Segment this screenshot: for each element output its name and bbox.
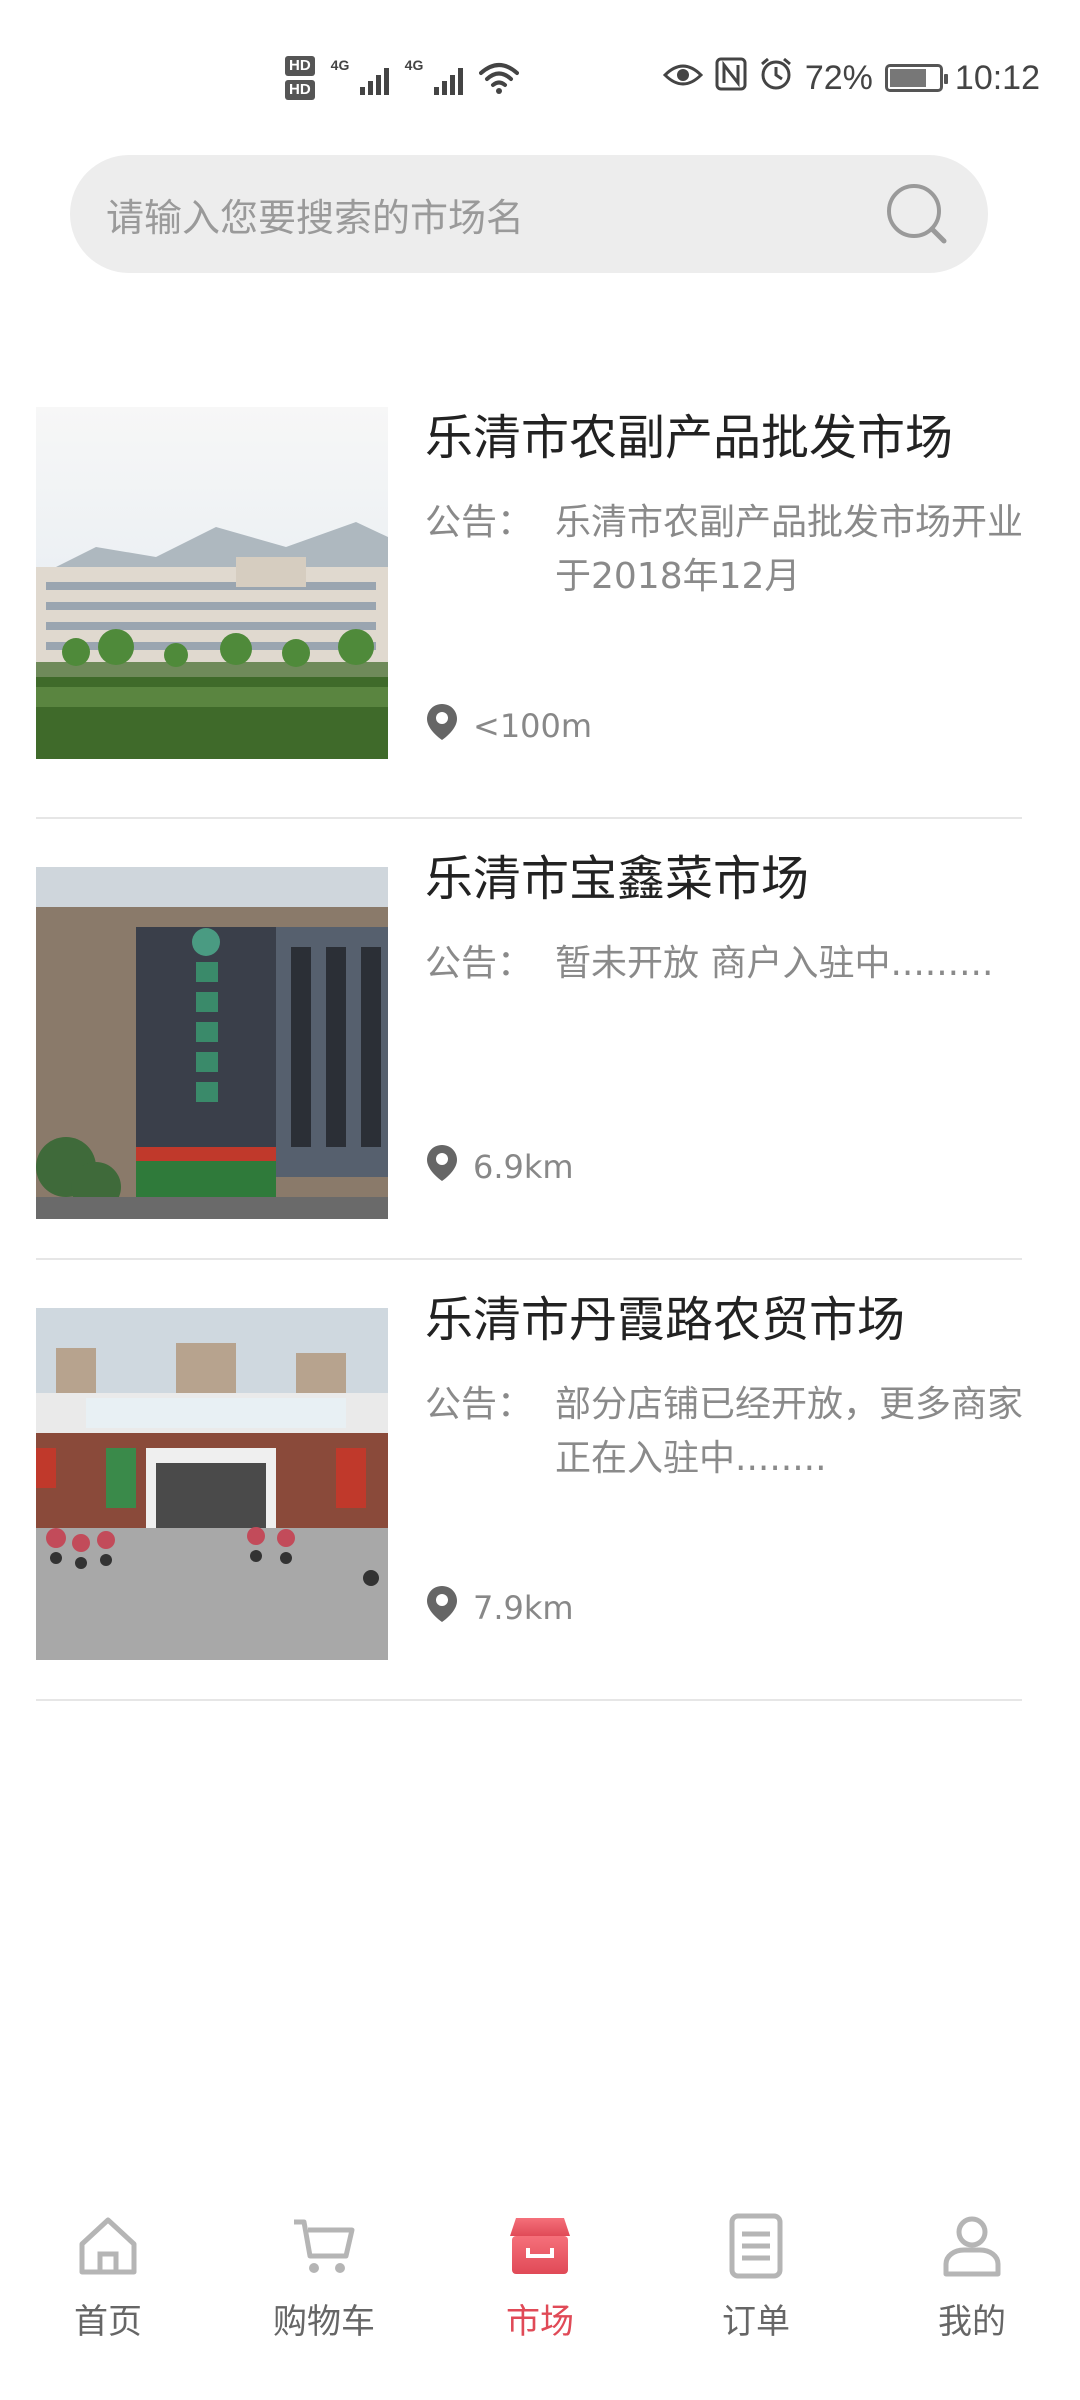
status-left: HD HD 4G 4G (285, 48, 519, 108)
nfc-icon (715, 57, 747, 100)
location-pin-icon (425, 1143, 459, 1191)
tab-label: 订单 (722, 2302, 790, 2342)
market-distance: <100m (425, 702, 592, 750)
clock: 10:12 (954, 58, 1040, 97)
alarm-icon (759, 57, 793, 100)
network-type-sim2: 4G (404, 57, 424, 73)
search-icon[interactable] (882, 179, 952, 249)
notice-label: 公告： (425, 502, 534, 543)
market-image (36, 407, 388, 759)
signal-icon-sim1: 4G (331, 57, 389, 99)
market-name[interactable]: 乐清市宝鑫菜市场 (425, 839, 809, 909)
market-item[interactable]: 乐清市农副产品批发市场 公告： 乐清市农副产品批发市场开业于2018年12月 <… (0, 378, 1080, 819)
distance-value: 6.9km (473, 1148, 574, 1186)
tab-profile[interactable]: 我的 (864, 2200, 1080, 2400)
location-pin-icon (425, 1584, 459, 1632)
market-item[interactable]: 乐清市丹霞路农贸市场 公告： 部分店铺已经开放，更多商家正在入驻中.......… (0, 1260, 1080, 1701)
order-icon (722, 2212, 790, 2280)
status-right: 72% 10:12 (662, 48, 1040, 108)
network-type-sim1: 4G (330, 57, 350, 73)
market-notice: 公告： 暂未开放 商户入驻中......... (425, 937, 1055, 991)
distance-value: 7.9km (473, 1589, 574, 1627)
notice-text: 部分店铺已经开放，更多商家正在入驻中........ (555, 1384, 1024, 1479)
distance-value: <100m (473, 707, 593, 745)
hd-badge-1: HD (285, 56, 315, 76)
bottom-nav: 首页 购物车 市场 订单 我的 (0, 2200, 1080, 2400)
battery-level (889, 69, 926, 87)
notice-text: 暂未开放 商户入驻中......... (555, 943, 994, 984)
market-notice: 公告： 部分店铺已经开放，更多商家正在入驻中........ (425, 1378, 1055, 1486)
tab-cart[interactable]: 购物车 (216, 2200, 432, 2400)
tab-label: 市场 (506, 2302, 574, 2342)
profile-icon (938, 2212, 1006, 2280)
market-distance: 7.9km (425, 1584, 574, 1632)
wifi-icon (478, 61, 519, 95)
battery-percent: 72% (804, 58, 873, 97)
market-icon (506, 2212, 574, 2280)
notice-text: 乐清市农副产品批发市场开业于2018年12月 (555, 502, 1024, 597)
tab-label: 购物车 (273, 2302, 375, 2342)
search-input[interactable]: 请输入您要搜索的市场名 (106, 187, 882, 242)
hd-badge-2: HD (285, 80, 315, 100)
notice-label: 公告： (425, 1384, 534, 1425)
divider (36, 1699, 1022, 1701)
market-notice: 公告： 乐清市农副产品批发市场开业于2018年12月 (425, 496, 1055, 604)
hd-badges: HD HD (285, 56, 315, 100)
search-bar[interactable]: 请输入您要搜索的市场名 (70, 155, 988, 273)
eye-icon (662, 59, 703, 98)
market-name[interactable]: 乐清市农副产品批发市场 (425, 398, 953, 468)
home-icon (74, 2212, 142, 2280)
market-distance: 6.9km (425, 1143, 574, 1191)
market-image (36, 867, 388, 1219)
location-pin-icon (425, 702, 459, 750)
market-item[interactable]: 乐清市宝鑫菜市场 公告： 暂未开放 商户入驻中......... 6.9km (0, 819, 1080, 1260)
tab-market[interactable]: 市场 (432, 2200, 648, 2400)
cart-icon (290, 2212, 358, 2280)
market-name[interactable]: 乐清市丹霞路农贸市场 (425, 1280, 905, 1350)
tab-orders[interactable]: 订单 (648, 2200, 864, 2400)
notice-label: 公告： (425, 943, 534, 984)
market-list: 乐清市农副产品批发市场 公告： 乐清市农副产品批发市场开业于2018年12月 <… (0, 378, 1080, 1701)
market-image (36, 1308, 388, 1660)
battery-icon (884, 64, 948, 92)
tab-label: 首页 (74, 2302, 142, 2342)
tab-label: 我的 (938, 2302, 1006, 2342)
signal-icon-sim2: 4G (405, 57, 463, 99)
status-bar: HD HD 4G 4G 72% 10:12 (0, 0, 1080, 150)
tab-home[interactable]: 首页 (0, 2200, 216, 2400)
